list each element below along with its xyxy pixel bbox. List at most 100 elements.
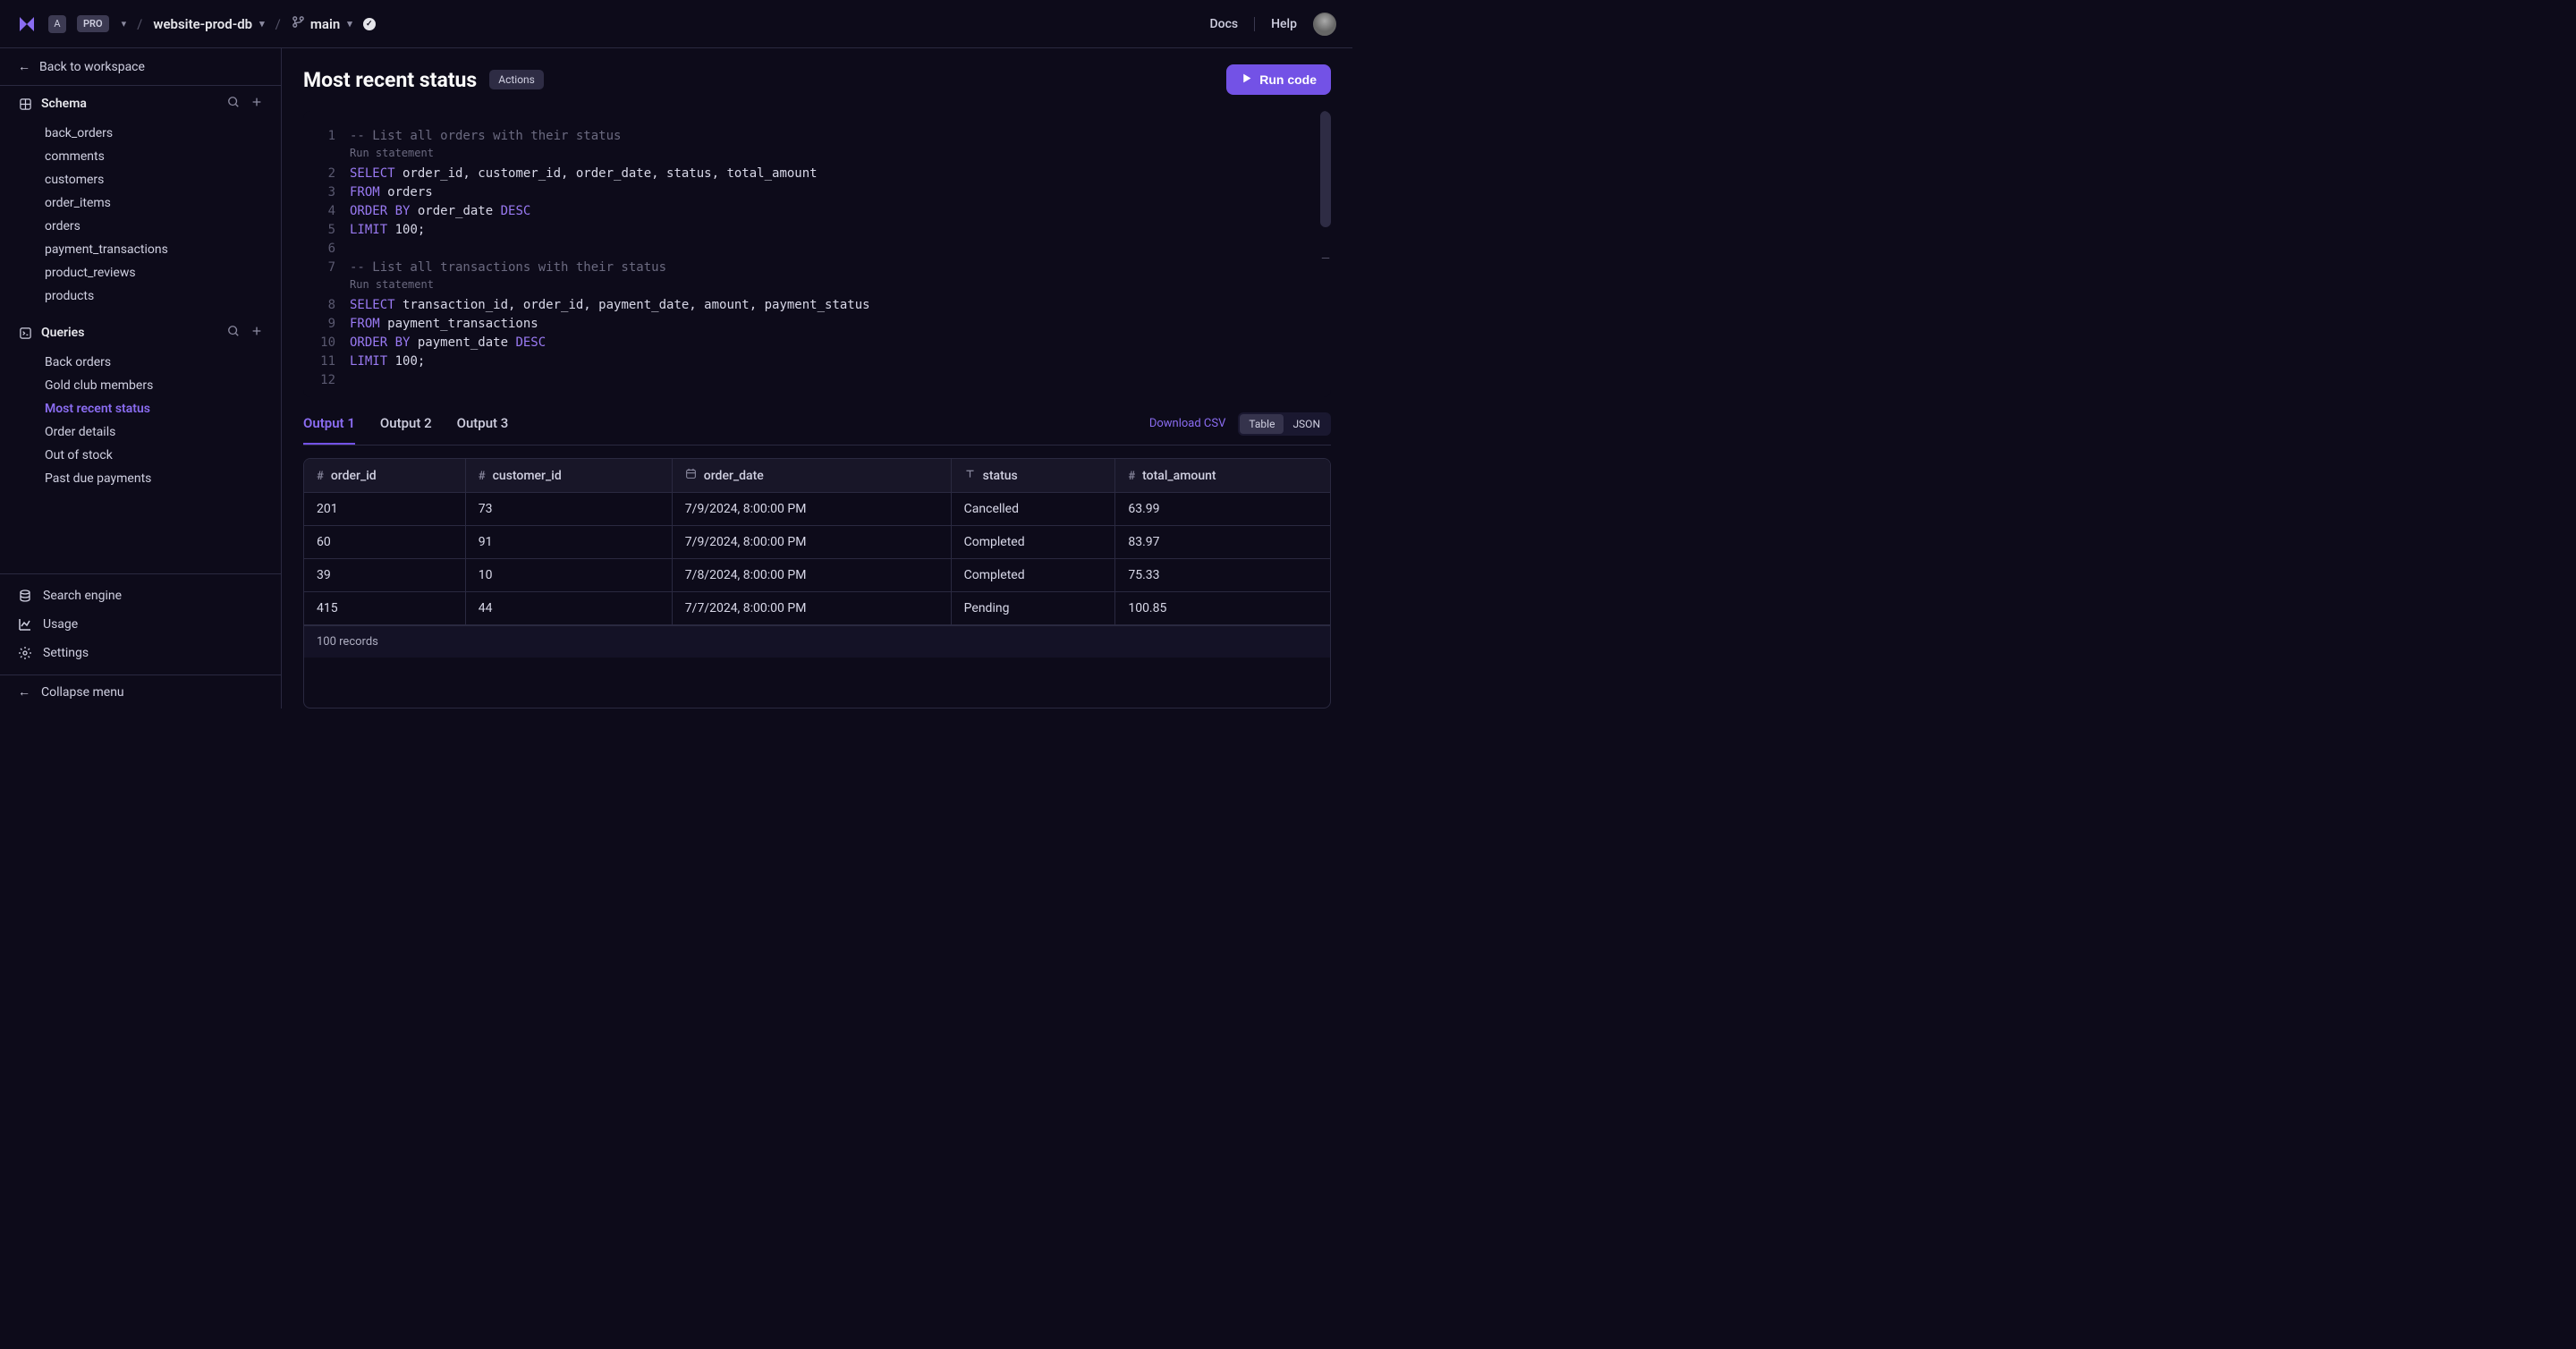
main: ← Back to workspace Schema	[0, 48, 1352, 708]
column-header[interactable]: #total_amount	[1115, 459, 1330, 493]
table-cell: 83.97	[1115, 526, 1330, 559]
view-json-button[interactable]: JSON	[1284, 414, 1329, 434]
schema-item[interactable]: back_orders	[0, 122, 281, 145]
docs-link[interactable]: Docs	[1210, 17, 1239, 31]
table-row[interactable]: 415447/7/2024, 8:00:00 PMPending100.85	[304, 592, 1330, 625]
hash-icon: #	[479, 470, 486, 483]
sidebar: ← Back to workspace Schema	[0, 48, 282, 708]
table-row[interactable]: 201737/9/2024, 8:00:00 PMCancelled63.99	[304, 493, 1330, 526]
column-name: customer_id	[493, 469, 562, 483]
query-item[interactable]: Order details	[0, 420, 281, 444]
query-item[interactable]: Out of stock	[0, 444, 281, 467]
table-cell: Pending	[951, 592, 1115, 625]
table-cell: 73	[465, 493, 672, 526]
user-avatar[interactable]	[1313, 13, 1336, 36]
query-item[interactable]: Past due payments	[0, 467, 281, 490]
table-row[interactable]: 39107/8/2024, 8:00:00 PMCompleted75.33	[304, 559, 1330, 592]
line-number: 10	[303, 334, 350, 352]
schema-item[interactable]: customers	[0, 168, 281, 191]
schema-item[interactable]: orders	[0, 215, 281, 238]
code-line[interactable]: 9FROM payment_transactions	[303, 315, 1331, 334]
table-cell: 39	[304, 559, 465, 592]
collapse-menu[interactable]: ← Collapse menu	[0, 674, 281, 708]
code-text: -- List all transactions with their stat…	[350, 259, 1331, 277]
code-editor[interactable]: 1-- List all orders with their statusRun…	[303, 111, 1331, 397]
topbar-right: Docs Help	[1210, 13, 1336, 36]
hash-icon: #	[317, 470, 324, 483]
table-row[interactable]: 60917/9/2024, 8:00:00 PMCompleted83.97	[304, 526, 1330, 559]
code-line[interactable]: 10ORDER BY payment_date DESC	[303, 334, 1331, 352]
collapse-label: Collapse menu	[41, 685, 124, 700]
queries-header-label: Queries	[41, 326, 84, 340]
table-cell: Completed	[951, 526, 1115, 559]
code-line[interactable]: 3FROM orders	[303, 183, 1331, 202]
settings-icon	[18, 646, 32, 660]
content-header: Most recent status Actions Run code	[303, 48, 1331, 111]
sidebar-bottom-item[interactable]: Usage	[0, 610, 281, 639]
plus-icon[interactable]	[250, 325, 263, 341]
status-ok-icon: ✓	[363, 18, 376, 30]
branch-crumb[interactable]: main ▾	[292, 15, 352, 32]
code-line[interactable]: 1-- List all orders with their status	[303, 127, 1331, 146]
code-line[interactable]: 7-- List all transactions with their sta…	[303, 259, 1331, 277]
run-code-button[interactable]: Run code	[1226, 64, 1331, 95]
run-statement-codelens[interactable]: Run statement	[303, 144, 1331, 163]
output-area: Output 1 Output 2 Output 3 Download CSV Ta…	[303, 403, 1331, 708]
output-tab[interactable]: Output 3	[457, 403, 509, 445]
output-tab[interactable]: Output 1	[303, 403, 355, 445]
schema-item[interactable]: product_reviews	[0, 261, 281, 284]
schema-item[interactable]: order_items	[0, 191, 281, 215]
code-line[interactable]: 5LIMIT 100;	[303, 221, 1331, 240]
table-cell: 10	[465, 559, 672, 592]
table-cell: 91	[465, 526, 672, 559]
run-statement-codelens[interactable]: Run statement	[303, 276, 1331, 294]
line-number: 4	[303, 202, 350, 221]
run-label: Run code	[1259, 72, 1317, 87]
output-tab[interactable]: Output 2	[380, 403, 432, 445]
project-chevron-icon[interactable]: ▾	[259, 18, 265, 30]
search-icon[interactable]	[227, 325, 240, 341]
sidebar-scroll: Schema back_orderscommentscustomersorder…	[0, 86, 281, 573]
bottom-item-label: Search engine	[43, 589, 122, 603]
back-label: Back to workspace	[39, 60, 145, 74]
sidebar-bottom-item[interactable]: Search engine	[0, 581, 281, 610]
code-line[interactable]: 12	[303, 371, 1331, 390]
back-to-workspace[interactable]: ← Back to workspace	[0, 48, 281, 86]
editor-scrollbar[interactable]	[1320, 111, 1331, 227]
column-header[interactable]: order_date	[672, 459, 951, 493]
app-logo-icon[interactable]	[16, 13, 38, 35]
schema-item[interactable]: payment_transactions	[0, 238, 281, 261]
line-number: 12	[303, 371, 350, 390]
schema-item[interactable]: products	[0, 284, 281, 308]
help-link[interactable]: Help	[1271, 17, 1297, 31]
code-text	[350, 240, 1331, 259]
table-cell: 75.33	[1115, 559, 1330, 592]
search-icon[interactable]	[227, 96, 240, 112]
column-name: order_id	[331, 469, 377, 483]
plus-icon[interactable]	[250, 96, 263, 112]
code-line[interactable]: 2SELECT order_id, customer_id, order_dat…	[303, 165, 1331, 183]
column-header[interactable]: status	[951, 459, 1115, 493]
column-header[interactable]: # order_id	[304, 459, 465, 493]
query-item[interactable]: Most recent status	[0, 397, 281, 420]
code-line[interactable]: 4ORDER BY order_date DESC	[303, 202, 1331, 221]
actions-button[interactable]: Actions	[489, 70, 544, 89]
code-line[interactable]: 8SELECT transaction_id, order_id, paymen…	[303, 296, 1331, 315]
query-item[interactable]: Back orders	[0, 351, 281, 374]
workspace-badge[interactable]: A	[48, 15, 66, 33]
code-line[interactable]: 6	[303, 240, 1331, 259]
view-table-button[interactable]: Table	[1240, 414, 1284, 434]
schema-item[interactable]: comments	[0, 145, 281, 168]
column-header[interactable]: # customer_id	[465, 459, 672, 493]
page-title: Most recent status	[303, 68, 477, 92]
arrow-left-icon: ←	[18, 684, 30, 700]
code-line[interactable]: 11LIMIT 100;	[303, 352, 1331, 371]
sidebar-bottom-item[interactable]: Settings	[0, 639, 281, 667]
schema-section-header: Schema	[0, 86, 281, 122]
branch-chevron-icon[interactable]: ▾	[347, 18, 352, 30]
workspace-chevron-icon[interactable]: ▾	[122, 18, 127, 30]
project-crumb[interactable]: website-prod-db ▾	[153, 16, 264, 32]
download-csv-link[interactable]: Download CSV	[1149, 417, 1226, 430]
query-item[interactable]: Gold club members	[0, 374, 281, 397]
resize-handle-icon[interactable]: ―	[1315, 254, 1331, 263]
